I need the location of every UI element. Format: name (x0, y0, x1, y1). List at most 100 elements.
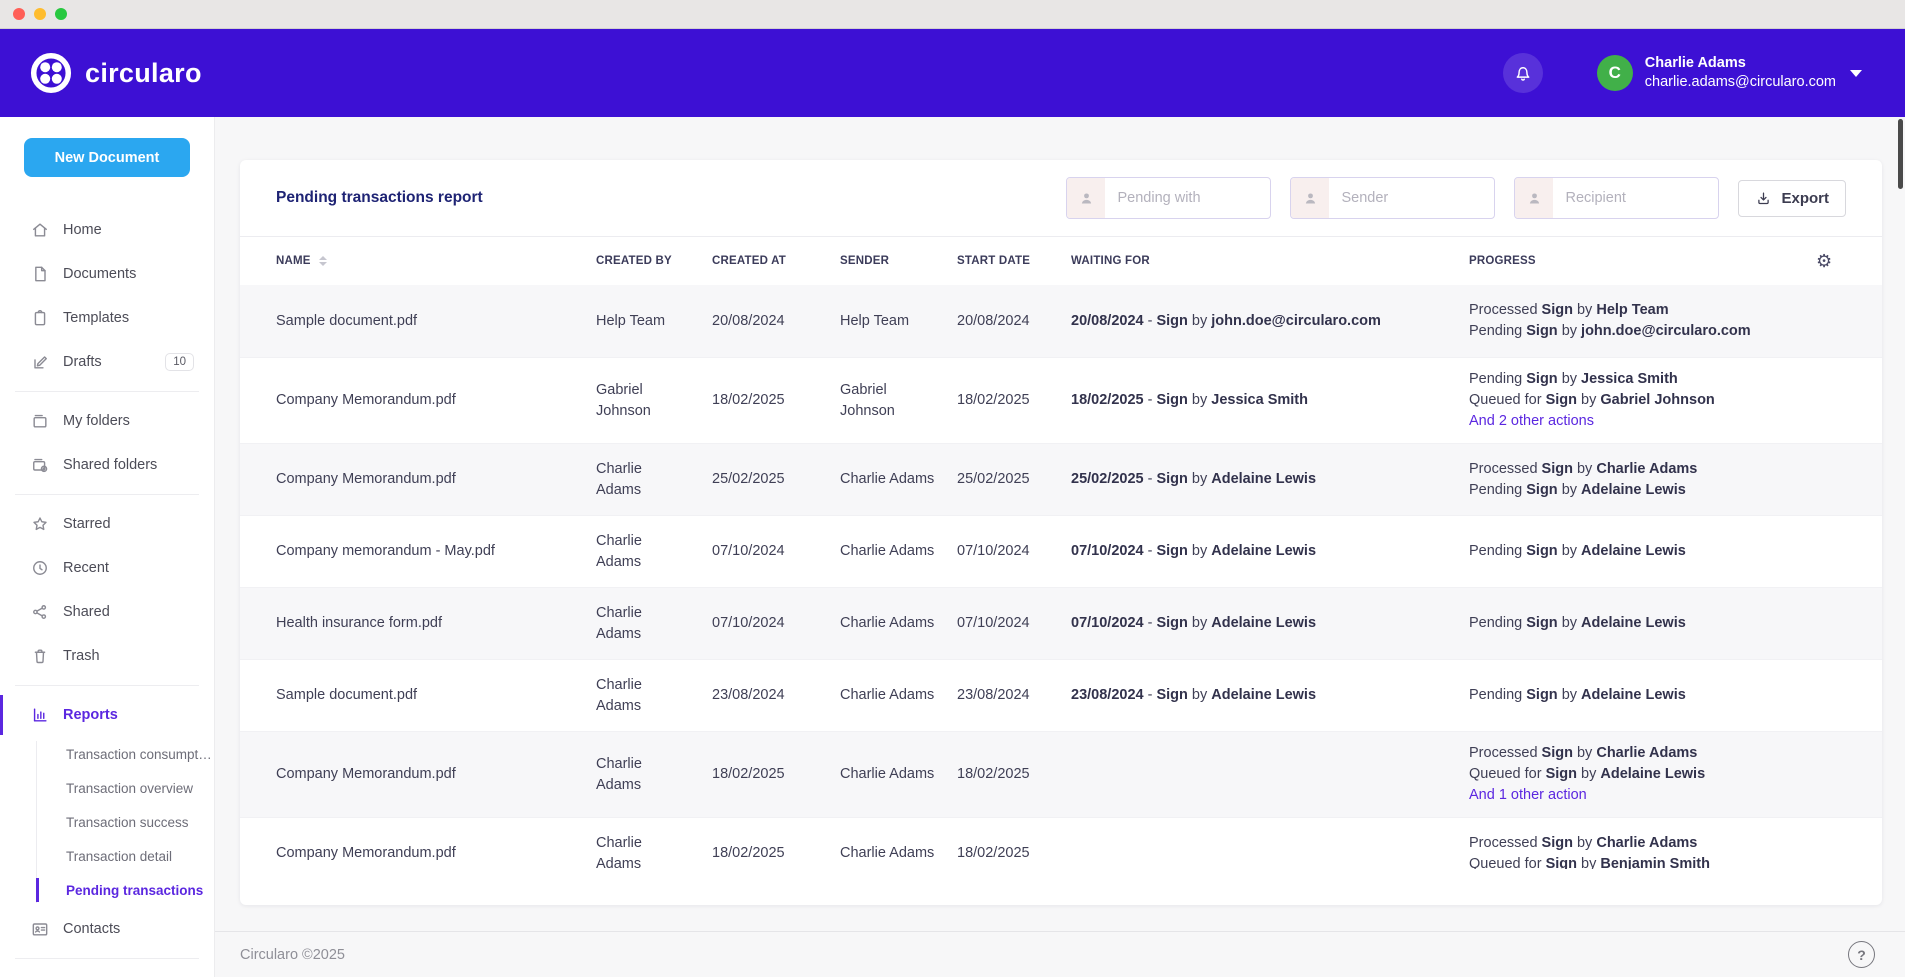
table-row[interactable]: Company Memorandum.pdfGabriel Johnson 18/… (240, 357, 1882, 443)
person-icon (1067, 178, 1105, 218)
progress-line: Pending Sign by Adelaine Lewis (1469, 480, 1802, 501)
pending-with-filter[interactable] (1066, 177, 1271, 219)
sidebar-item-trash[interactable]: Trash (0, 634, 214, 678)
recipient-filter[interactable] (1514, 177, 1719, 219)
progress-line: Queued for Sign by Adelaine Lewis (1469, 764, 1802, 785)
column-header-name[interactable]: NAME (276, 255, 596, 267)
traffic-light-close[interactable] (13, 8, 25, 20)
sidebar-item-templates[interactable]: Templates (0, 296, 214, 340)
created-by-cell: Charlie Adams (596, 675, 712, 717)
progress-line: Pending Sign by Adelaine Lewis (1469, 541, 1802, 562)
subitem-transaction-consumption[interactable]: Transaction consumpt… (66, 737, 214, 771)
table-row[interactable]: Sample document.pdfHelp Team20/08/2024He… (240, 285, 1882, 357)
start-date-cell: 07/10/2024 (957, 613, 1071, 634)
progress-cell: Processed Sign by Charlie AdamsQueued fo… (1469, 743, 1816, 806)
sender-cell: Charlie Adams (840, 685, 957, 706)
start-date-cell: 18/02/2025 (957, 764, 1071, 785)
edit-icon (30, 352, 50, 372)
progress-line: Processed Sign by Charlie Adams (1469, 459, 1802, 480)
subitem-transaction-success[interactable]: Transaction success (66, 805, 214, 839)
sidebar-item-contacts[interactable]: Contacts (0, 907, 214, 951)
progress-line: Processed Sign by Help Team (1469, 300, 1802, 321)
document-name: Company Memorandum.pdf (276, 390, 596, 411)
subitem-transaction-detail[interactable]: Transaction detail (66, 839, 214, 873)
progress-cell: Pending Sign by Jessica SmithQueued for … (1469, 369, 1816, 432)
table-row[interactable]: Company Memorandum.pdfCharlie Adams25/02… (240, 443, 1882, 515)
sidebar-item-recent[interactable]: Recent (0, 546, 214, 590)
sidebar-item-reports[interactable]: Reports (0, 693, 214, 737)
copyright-text: Circularo ©2025 (240, 947, 345, 963)
document-name: Company Memorandum.pdf (276, 469, 596, 490)
sidebar-item-label: Recent (63, 560, 109, 576)
circularo-logo-icon (30, 52, 72, 94)
traffic-light-minimize[interactable] (34, 8, 46, 20)
created-at-cell: 25/02/2025 (712, 469, 840, 490)
progress-cell: Processed Sign by Charlie AdamsQueued fo… (1469, 833, 1816, 870)
progress-line: Processed Sign by Charlie Adams (1469, 743, 1802, 764)
more-actions-link[interactable]: And 1 other action (1469, 785, 1802, 806)
created-by-cell: Gabriel Johnson (596, 380, 712, 422)
table-row[interactable]: Company Memorandum.pdfCharlie Adams18/02… (240, 731, 1882, 817)
sender-filter[interactable] (1290, 177, 1495, 219)
progress-cell: Processed Sign by Charlie AdamsPending S… (1469, 459, 1816, 501)
reports-subnav: Transaction consumpt… Transaction overvi… (0, 737, 214, 907)
table-row[interactable]: Health insurance form.pdfCharlie Adams07… (240, 587, 1882, 659)
more-actions-link[interactable]: And 2 other actions (1469, 411, 1802, 432)
sidebar-item-home[interactable]: Home (0, 208, 214, 252)
start-date-cell: 20/08/2024 (957, 311, 1071, 332)
sidebar-item-shared-folders[interactable]: Shared folders (0, 443, 214, 487)
sidebar-item-documents[interactable]: Documents (0, 252, 214, 296)
sidebar-item-label: Documents (63, 266, 136, 282)
sidebar-item-drafts[interactable]: Drafts 10 (0, 340, 214, 384)
user-menu[interactable]: C Charlie Adams charlie.adams@circularo.… (1597, 54, 1862, 92)
start-date-cell: 18/02/2025 (957, 390, 1071, 411)
sidebar-item-label: Shared (63, 604, 110, 620)
gear-icon[interactable]: ⚙ (1816, 252, 1832, 270)
sidebar-item-my-folders[interactable]: My folders (0, 399, 214, 443)
column-header-waiting-for: WAITING FOR (1071, 255, 1469, 267)
subitem-transaction-overview[interactable]: Transaction overview (66, 771, 214, 805)
sidebar-item-shared[interactable]: Shared (0, 590, 214, 634)
created-by-cell: Charlie Adams (596, 603, 712, 645)
start-date-cell: 07/10/2024 (957, 541, 1071, 562)
help-button[interactable]: ? (1848, 941, 1875, 968)
created-at-cell: 18/02/2025 (712, 843, 840, 864)
scrollbar-thumb[interactable] (1898, 119, 1903, 189)
traffic-light-zoom[interactable] (55, 8, 67, 20)
waiting-for-cell: 25/02/2025 - Sign by Adelaine Lewis (1071, 469, 1469, 490)
app-logo[interactable]: circularo (30, 52, 202, 94)
sender-cell: Charlie Adams (840, 469, 957, 490)
created-by-cell: Charlie Adams (596, 833, 712, 870)
pending-with-input[interactable] (1105, 190, 1270, 206)
divider (15, 685, 199, 686)
divider (15, 494, 199, 495)
sidebar-item-starred[interactable]: Starred (0, 502, 214, 546)
app-header: circularo C Charlie Adams charlie.adams@… (0, 29, 1905, 117)
drafts-count-badge: 10 (165, 353, 194, 371)
table-row[interactable]: Company Memorandum.pdfCharlie Adams18/02… (240, 817, 1882, 869)
export-button[interactable]: Export (1738, 180, 1846, 217)
new-document-button[interactable]: New Document (24, 138, 190, 177)
recipient-input[interactable] (1553, 190, 1718, 206)
subitem-pending-transactions[interactable]: Pending transactions (66, 873, 214, 907)
document-icon (30, 264, 50, 284)
waiting-for-cell: 20/08/2024 - Sign by john.doe@circularo.… (1071, 311, 1469, 332)
contacts-icon (30, 919, 50, 939)
sender-cell: Charlie Adams (840, 613, 957, 634)
column-header-sender: SENDER (840, 255, 957, 267)
download-icon (1755, 190, 1772, 207)
created-at-cell: 07/10/2024 (712, 541, 840, 562)
start-date-cell: 18/02/2025 (957, 843, 1071, 864)
sidebar-item-label: Trash (63, 648, 100, 664)
report-card: Pending transactions report (240, 160, 1882, 905)
document-name: Company Memorandum.pdf (276, 764, 596, 785)
sort-icon[interactable] (319, 256, 327, 266)
column-header-created-by: CREATED BY (596, 255, 712, 267)
created-at-cell: 07/10/2024 (712, 613, 840, 634)
chevron-down-icon (1850, 70, 1862, 77)
table-row[interactable]: Sample document.pdfCharlie Adams23/08/20… (240, 659, 1882, 731)
document-name: Company Memorandum.pdf (276, 843, 596, 864)
table-row[interactable]: Company memorandum - May.pdfCharlie Adam… (240, 515, 1882, 587)
notifications-button[interactable] (1503, 53, 1543, 93)
sender-input[interactable] (1329, 190, 1494, 206)
